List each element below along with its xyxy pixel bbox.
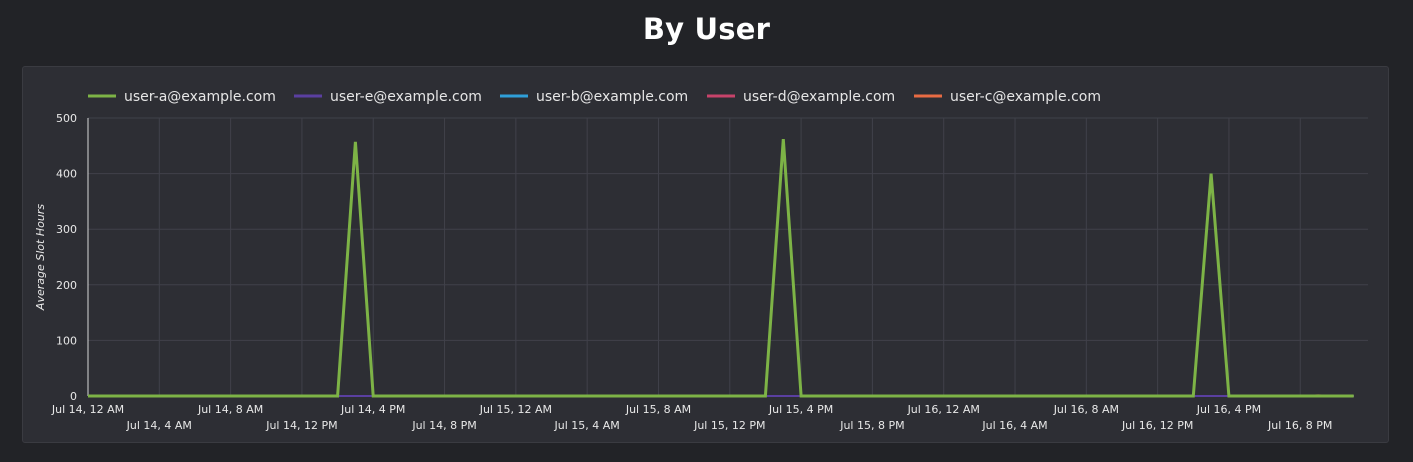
series-line-user-a	[88, 138, 1354, 398]
legend-item-user-b[interactable]: user-b@example.com	[500, 89, 688, 105]
series-layer	[88, 138, 1354, 398]
x-tick-label: Jul 16, 12 AM	[907, 403, 980, 416]
y-axis-title: Average Slot Hours	[34, 204, 47, 311]
y-tick-label: 100	[56, 334, 77, 347]
line-chart: 0 100 200 300 400 500 Jul 14, 12 AMJul 14, 4 A…	[34, 89, 1368, 432]
x-tick-label: Jul 15, 4 PM	[768, 403, 833, 416]
y-tick-label: 400	[56, 168, 77, 181]
chart-panel: 0 100 200 300 400 500 Jul 14, 12 AM Jul 14, 4 A…	[22, 66, 1389, 443]
y-tick-label: 200	[56, 279, 77, 292]
legend-label: user-d@example.com	[743, 89, 895, 105]
x-tick-label: Jul 14, 12 AM	[51, 403, 124, 416]
x-tick-label: Jul 14, 8 AM	[197, 403, 263, 416]
legend-label: user-e@example.com	[330, 89, 482, 105]
x-tick-label: Jul 15, 4 AM	[554, 419, 620, 432]
legend-label: user-b@example.com	[536, 89, 688, 105]
x-tick-label: Jul 14, 12 PM	[265, 419, 337, 432]
x-tick-label: Jul 15, 8 PM	[839, 419, 904, 432]
chart-title: By User	[642, 12, 771, 46]
legend-label: user-a@example.com	[124, 89, 276, 105]
x-tick-label: Jul 16, 8 PM	[1267, 419, 1332, 432]
x-tick-label: Jul 16, 4 AM	[981, 419, 1047, 432]
x-tick-label: Jul 16, 12 PM	[1121, 419, 1193, 432]
legend-item-user-c[interactable]: user-c@example.com	[914, 89, 1101, 105]
x-tick-label: Jul 16, 4 PM	[1196, 403, 1261, 416]
x-tick-label: Jul 14, 4 AM	[126, 419, 192, 432]
legend-item-user-e[interactable]: user-e@example.com	[294, 89, 482, 105]
x-tick-label: Jul 15, 12 AM	[479, 403, 552, 416]
x-tick-label: Jul 14, 8 PM	[411, 419, 476, 432]
legend-item-user-a[interactable]: user-a@example.com	[88, 89, 276, 105]
legend-item-user-d[interactable]: user-d@example.com	[707, 89, 895, 105]
y-tick-label: 300	[56, 223, 77, 236]
axes: 0 100 200 300 400 500 Jul 14, 12 AMJul 14, 4 A…	[34, 112, 1332, 432]
y-tick-label: 0	[70, 390, 77, 403]
grid	[88, 117, 1368, 396]
y-tick-label: 500	[56, 112, 77, 125]
x-tick-label: Jul 15, 12 PM	[693, 419, 765, 432]
x-tick-label: Jul 15, 8 AM	[625, 403, 691, 416]
x-tick-label: Jul 14, 4 PM	[340, 403, 405, 416]
legend-label: user-c@example.com	[950, 89, 1101, 105]
legend[interactable]: user-a@example.com user-e@example.com user…	[88, 89, 1101, 105]
x-tick-label: Jul 16, 8 AM	[1053, 403, 1119, 416]
